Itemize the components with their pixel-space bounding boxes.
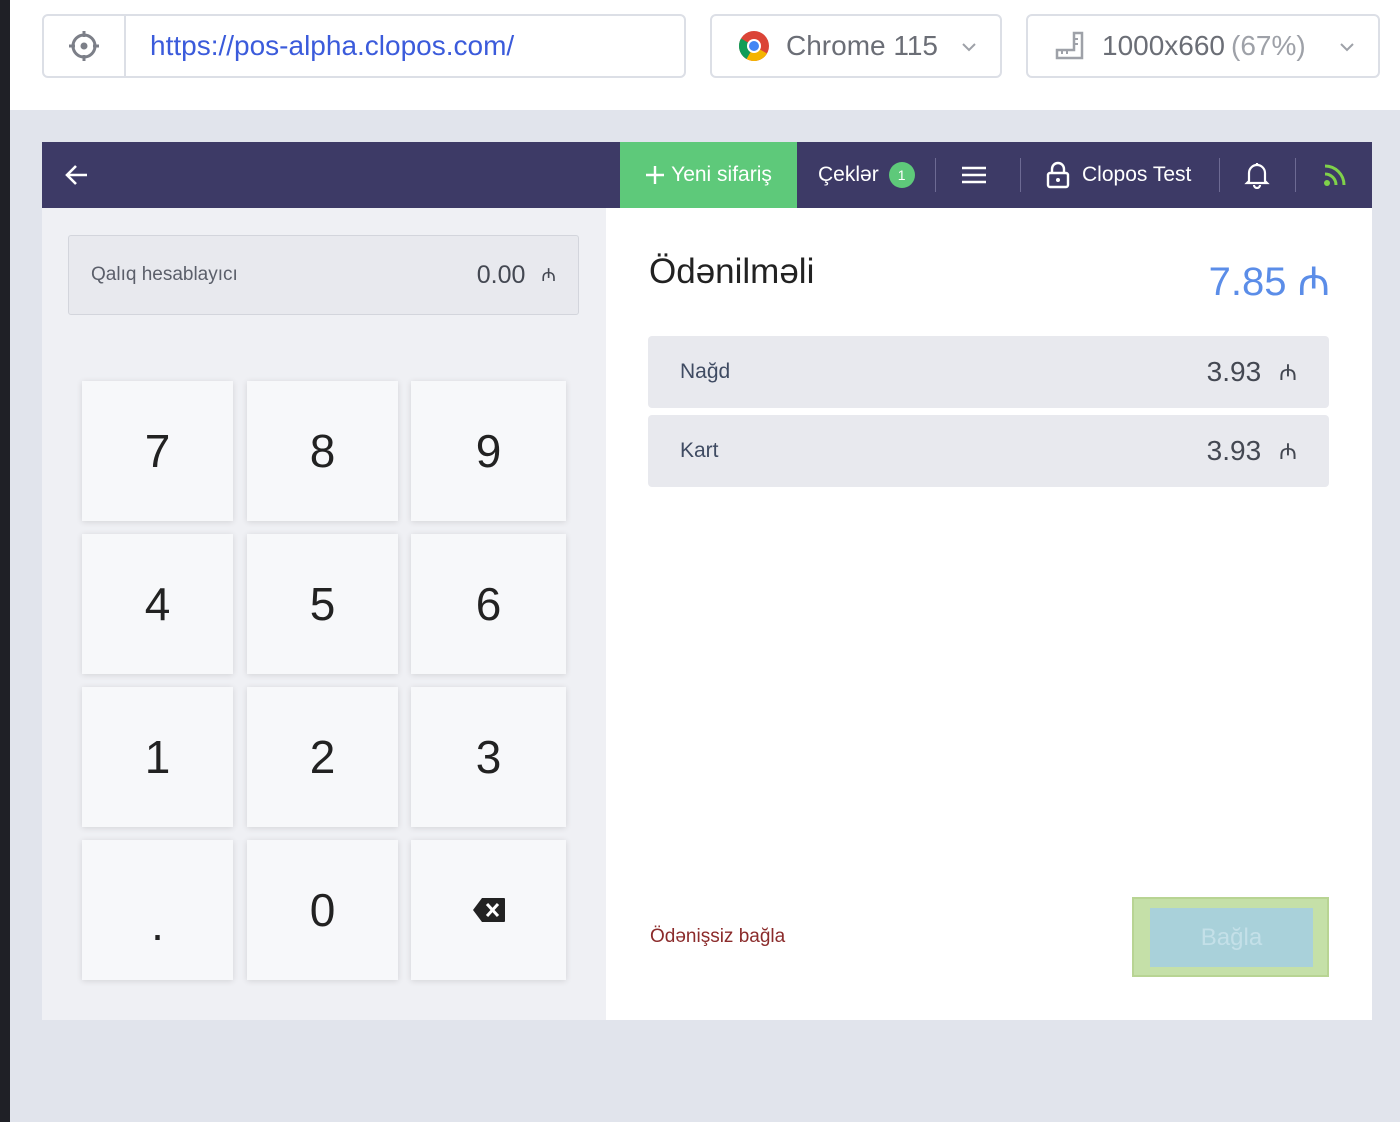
- key-9[interactable]: 9: [411, 381, 566, 521]
- change-calculator-value: 0.00: [476, 260, 526, 289]
- connection-status-button[interactable]: [1322, 142, 1348, 208]
- amount-due-label: Ödənilməli: [649, 252, 815, 291]
- rss-signal-icon: [1324, 164, 1346, 186]
- key-6[interactable]: 6: [411, 534, 566, 674]
- amount-due-value: 7.85 ₼: [1208, 260, 1330, 304]
- notifications-button[interactable]: [1244, 142, 1270, 208]
- nav-divider: [1219, 158, 1220, 192]
- manat-icon: ₼: [1279, 439, 1297, 464]
- payment-amount: 3.93: [1206, 435, 1262, 466]
- nav-divider: [1295, 158, 1296, 192]
- zoom-label: (67%): [1231, 30, 1306, 61]
- lock-icon: [1046, 161, 1070, 189]
- target-icon[interactable]: [44, 16, 126, 76]
- nav-divider: [935, 158, 936, 192]
- manat-icon: ₼: [541, 265, 556, 285]
- viewport-select[interactable]: 1000x660 (67%): [1026, 14, 1380, 78]
- browser-select[interactable]: Chrome 115: [710, 14, 1002, 78]
- browser-toolbar: https://pos-alpha.clopos.com/ Chrome 115…: [10, 0, 1400, 110]
- change-calculator-label: Qalıq hesablayıcı: [91, 264, 238, 285]
- url-text[interactable]: https://pos-alpha.clopos.com/: [126, 30, 514, 62]
- chevron-down-icon: [962, 43, 976, 52]
- checks-label: Çeklər: [818, 163, 879, 186]
- key-backspace[interactable]: [411, 840, 566, 980]
- manat-icon: ₼: [1279, 360, 1297, 385]
- close-without-payment-link[interactable]: Ödənişsiz bağla: [650, 926, 785, 948]
- checks-button[interactable]: Çeklər 1: [818, 142, 915, 208]
- bell-icon: [1244, 163, 1270, 189]
- new-order-label: Yeni sifariş: [671, 163, 772, 186]
- chrome-icon: [739, 31, 769, 62]
- checks-count-badge: 1: [888, 162, 915, 188]
- back-arrow-icon[interactable]: [62, 160, 92, 190]
- hamburger-menu-icon: [962, 166, 986, 184]
- key-2[interactable]: 2: [247, 687, 398, 827]
- payment-method-name: Nağd: [680, 360, 731, 383]
- payment-row-card[interactable]: Kart 3.93 ₼: [648, 415, 1329, 487]
- keypad-panel: Qalıq hesablayıcı 0.00 ₼ 7 8 9 4 5 6 1 2…: [42, 208, 606, 1020]
- close-button-highlight: Bağla: [1132, 897, 1329, 977]
- new-order-button[interactable]: Yeni sifariş: [620, 142, 797, 208]
- app-navbar: Yeni sifariş Çeklər 1 Clopos Test: [42, 142, 1372, 208]
- lock-user-button[interactable]: Clopos Test: [1046, 142, 1191, 208]
- key-8[interactable]: 8: [247, 381, 398, 521]
- url-bar[interactable]: https://pos-alpha.clopos.com/: [42, 14, 686, 78]
- key-decimal[interactable]: .: [82, 840, 233, 980]
- ruler-icon: [1055, 31, 1084, 60]
- left-edge-strip: [0, 0, 10, 1122]
- payment-method-name: Kart: [680, 439, 719, 462]
- browser-label: Chrome 115: [786, 30, 939, 61]
- payment-row-cash[interactable]: Nağd 3.93 ₼: [648, 336, 1329, 408]
- menu-button[interactable]: [960, 142, 988, 208]
- key-4[interactable]: 4: [82, 534, 233, 674]
- key-1[interactable]: 1: [82, 687, 233, 827]
- payment-amount: 3.93: [1206, 356, 1262, 387]
- plus-icon: [646, 166, 665, 184]
- pos-app: Yeni sifariş Çeklər 1 Clopos Test Qalıq …: [42, 142, 1372, 1020]
- chevron-down-icon: [1340, 43, 1354, 52]
- nav-divider: [1020, 158, 1021, 192]
- key-7[interactable]: 7: [82, 381, 233, 521]
- key-3[interactable]: 3: [411, 687, 566, 827]
- viewport-label: 1000x660: [1102, 30, 1226, 61]
- key-5[interactable]: 5: [247, 534, 398, 674]
- key-0[interactable]: 0: [247, 840, 398, 980]
- user-name: Clopos Test: [1082, 163, 1192, 186]
- payment-panel: Ödənilməli 7.85 ₼ Nağd 3.93 ₼ Kart 3.93 …: [606, 208, 1372, 1020]
- change-calculator-field[interactable]: Qalıq hesablayıcı 0.00 ₼: [68, 235, 579, 315]
- backspace-icon: [472, 898, 505, 922]
- close-order-button[interactable]: Bağla: [1150, 908, 1313, 967]
